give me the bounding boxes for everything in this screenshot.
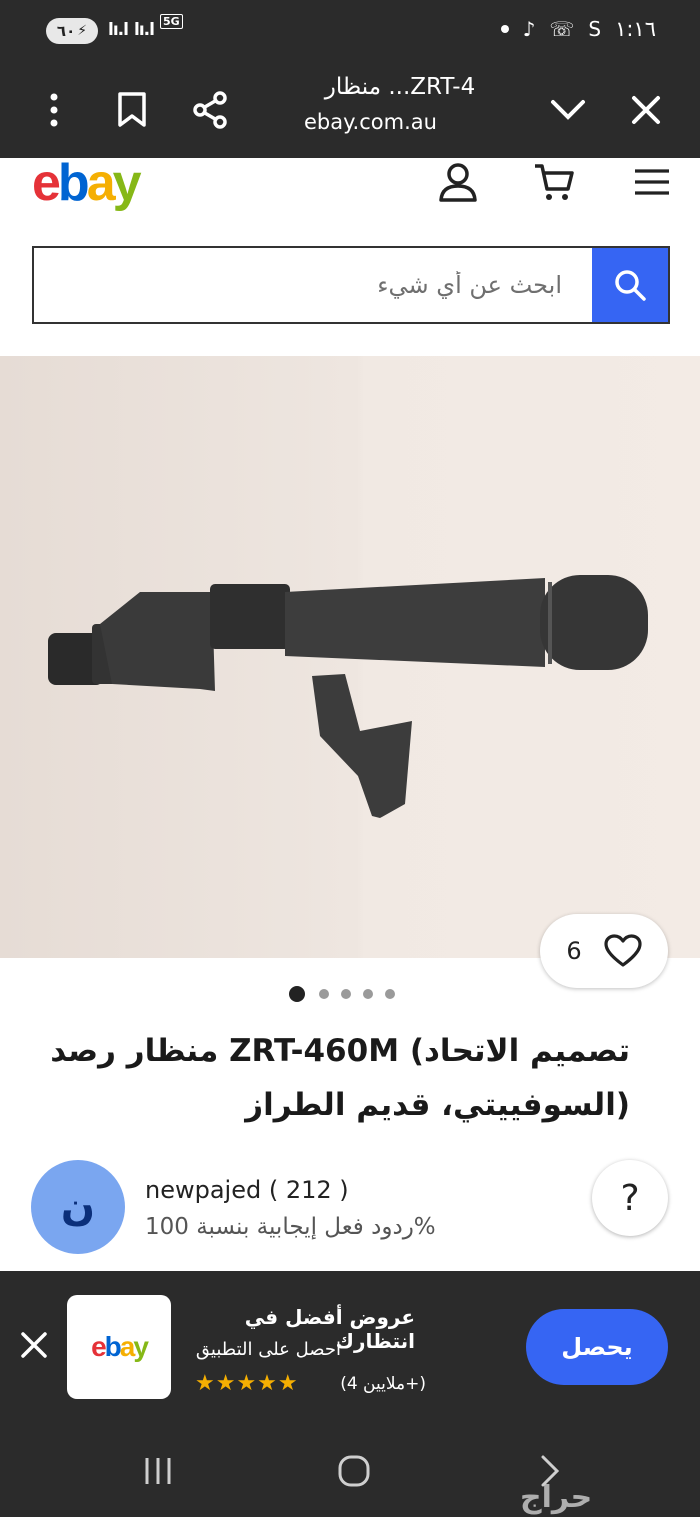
signal-icon: lı.l — [134, 20, 155, 40]
rating-stars-icon: ★★★★★ — [195, 1371, 299, 1396]
ebay-app-logo: ebay — [67, 1295, 171, 1399]
search-bar — [32, 246, 670, 324]
charging-icon: ⚡ — [77, 23, 88, 39]
haraj-watermark: حراج — [520, 1480, 593, 1515]
get-app-button[interactable]: يحصل — [526, 1309, 668, 1385]
signal-icon: lı.l — [108, 20, 129, 40]
ebay-logo[interactable]: ebay — [32, 158, 142, 209]
promo-rating: (+ملايين 4) — [340, 1374, 426, 1394]
spotting-scope-image — [48, 575, 648, 818]
bookmark-icon[interactable] — [108, 86, 156, 134]
close-banner-icon[interactable] — [12, 1323, 56, 1367]
tiktok-icon: ♪ — [522, 17, 536, 41]
seller-feedback: %ردود فعل إيجابية بنسبة 100 — [145, 1214, 436, 1240]
battery-indicator: ٦٠ ⚡ — [46, 18, 98, 44]
promo-subtitle: احصل على التطبيق — [195, 1339, 341, 1360]
product-image[interactable] — [0, 356, 700, 958]
missed-call-icon: ☏ — [549, 17, 575, 41]
pagination-dot[interactable] — [341, 989, 351, 999]
battery-level: ٦٠ — [56, 22, 76, 40]
app-s-icon: S — [588, 17, 602, 41]
cart-icon[interactable] — [530, 158, 578, 206]
notification-dot-icon — [500, 25, 509, 33]
seller-avatar[interactable]: ن — [31, 1160, 125, 1254]
webpage: ebay 6 — [0, 158, 700, 1271]
browser-toolbar: منظار ...ZRT-4 ebay.com.au — [0, 62, 700, 158]
search-button[interactable] — [592, 248, 668, 322]
network-type: 5G — [160, 14, 183, 29]
listing-title: تصميم الاتحاد) ZRT-460M منظار رصد (السوف… — [30, 1024, 630, 1132]
app-promo-banner: ebay عروض أفضل في انتظارك احصل على التطب… — [0, 1271, 700, 1423]
account-icon[interactable] — [434, 158, 482, 206]
image-pagination[interactable] — [289, 986, 395, 1002]
chevron-down-icon[interactable] — [544, 86, 592, 134]
status-icons: ♪ ☏ S ١:١٦ — [500, 17, 656, 41]
listing-title-line: تصميم الاتحاد) ZRT-460M منظار رصد — [50, 1033, 630, 1069]
watchers-count: 6 — [566, 937, 582, 965]
search-input[interactable] — [34, 248, 592, 322]
share-icon[interactable] — [186, 86, 234, 134]
home-icon[interactable] — [330, 1447, 378, 1495]
pagination-dot[interactable] — [319, 989, 329, 999]
search-icon — [615, 270, 646, 301]
listing-title-line: (السوفييتي، قديم الطراز — [245, 1087, 630, 1123]
menu-icon[interactable] — [628, 158, 676, 206]
tab-title: منظار ...ZRT-4 — [324, 74, 476, 100]
system-navigation-bar — [0, 1423, 700, 1517]
close-tab-icon[interactable] — [622, 86, 670, 134]
heart-icon — [604, 934, 642, 967]
pagination-dot-active[interactable] — [289, 986, 305, 1002]
pagination-dot[interactable] — [385, 989, 395, 999]
page-url[interactable]: ebay.com.au — [290, 110, 450, 134]
help-button[interactable]: ? — [592, 1160, 668, 1236]
more-options-icon[interactable] — [30, 86, 78, 134]
recent-apps-icon[interactable] — [134, 1447, 182, 1495]
pagination-dot[interactable] — [363, 989, 373, 999]
seller-name[interactable]: newpajed ( 212 ) — [145, 1176, 349, 1204]
watchers-button[interactable]: 6 — [540, 914, 668, 988]
clock: ١:١٦ — [615, 17, 656, 41]
status-bar: ٦٠ ⚡ lı.l lı.l 5G ♪ ☏ S ١:١٦ — [0, 0, 700, 62]
